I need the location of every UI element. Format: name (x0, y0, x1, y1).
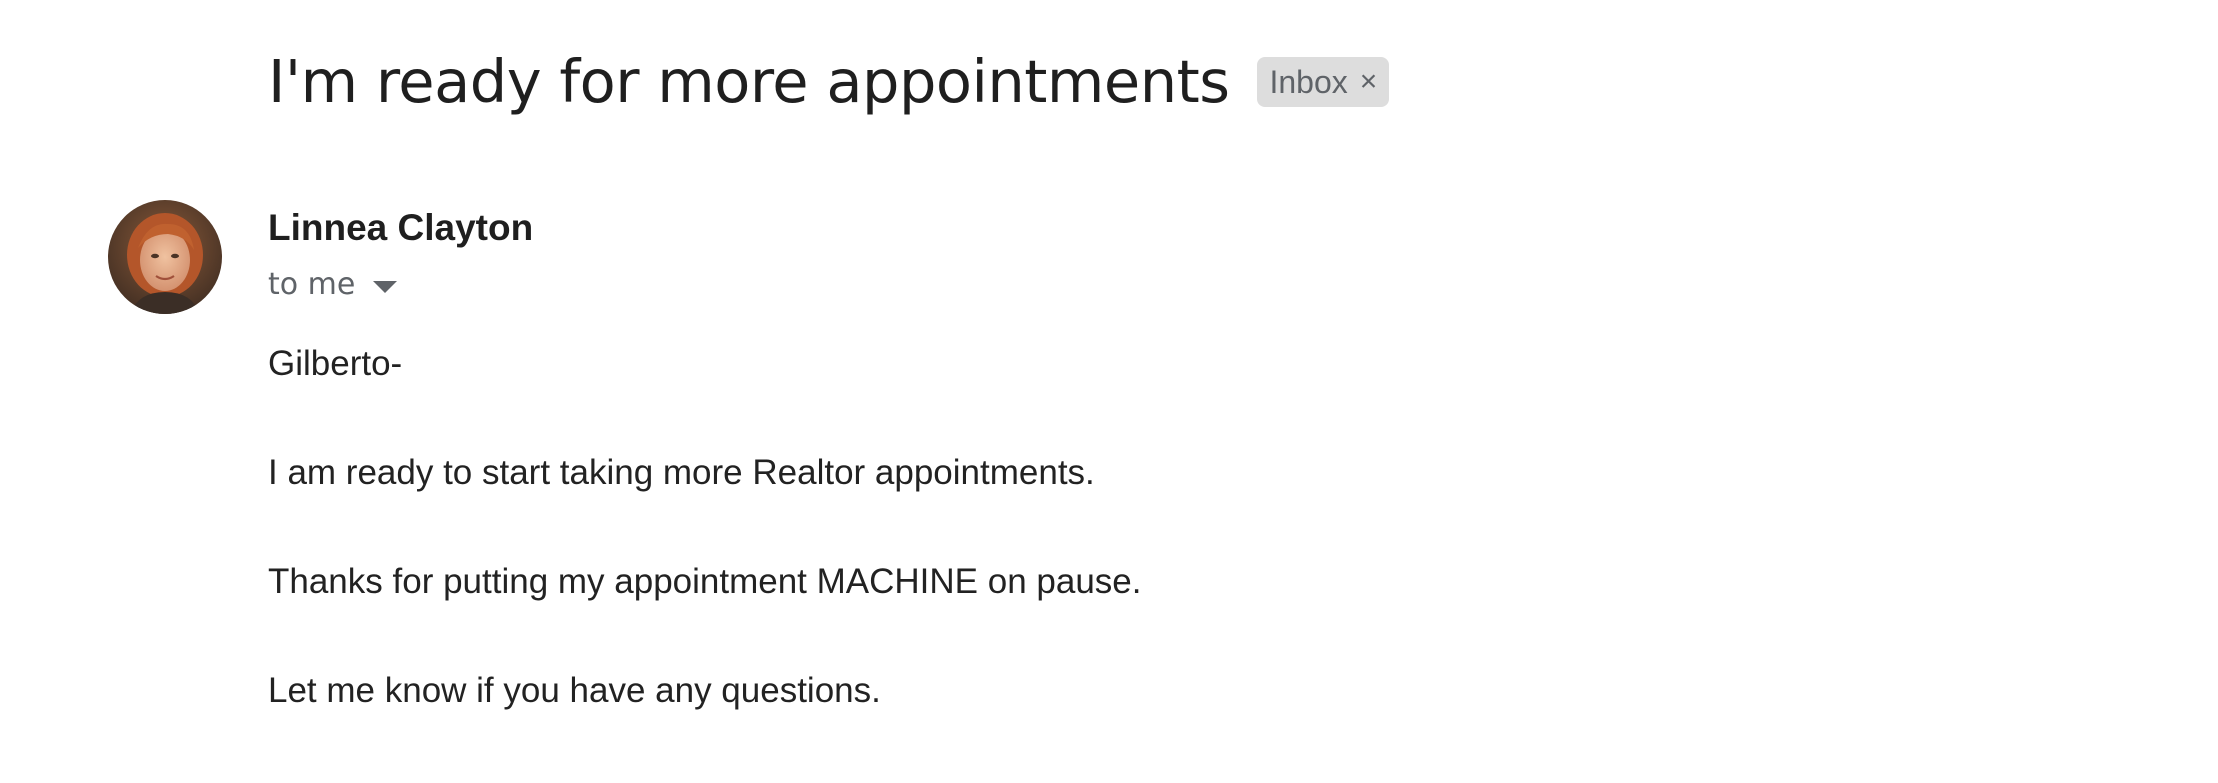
sender-name[interactable]: Linnea Clayton (268, 202, 533, 254)
inbox-label-text: Inbox (1269, 64, 1348, 100)
email-subject: I'm ready for more appointments (268, 47, 1230, 116)
email-body-greeting: Gilberto- (268, 344, 403, 383)
email-body-paragraph: I am ready to start taking more Realtor … (268, 453, 1095, 492)
remove-label-icon[interactable]: × (1360, 57, 1378, 107)
sender-avatar[interactable] (108, 200, 222, 314)
subject-header: I'm ready for more appointments Inbox × (268, 42, 1390, 122)
email-body-paragraph: Thanks for putting my appointment MACHIN… (268, 562, 1142, 601)
recipient-details-toggle[interactable]: to me (268, 262, 398, 308)
inbox-label-chip[interactable]: Inbox × (1257, 57, 1390, 107)
recipient-text: to me (268, 267, 356, 302)
caret-down-icon[interactable] (373, 281, 398, 293)
sender-avatar-photo (108, 200, 222, 314)
email-body-paragraph: Let me know if you have any questions. (268, 671, 881, 710)
